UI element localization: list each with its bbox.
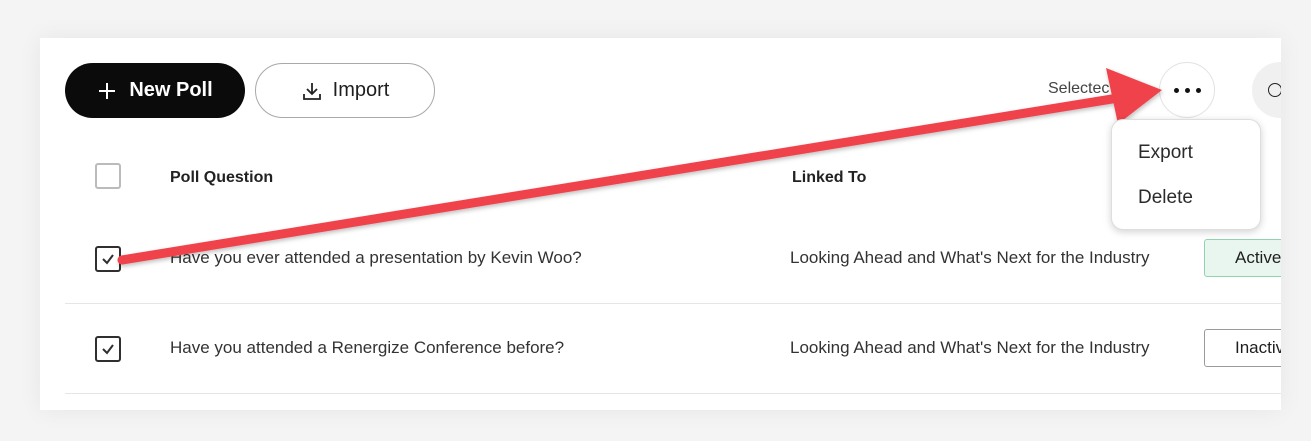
status-badge: Active — [1204, 239, 1281, 277]
checkmark-icon — [102, 344, 114, 355]
checkmark-icon — [102, 254, 114, 265]
poll-question-cell: Have you attended a Renergize Conference… — [170, 338, 565, 357]
delete-menu-item[interactable]: Delete — [1138, 187, 1193, 209]
linked-to-cell: Looking Ahead and What's Next for the In… — [790, 248, 1150, 267]
download-icon — [302, 82, 321, 100]
status-badge: Inactive — [1204, 329, 1281, 367]
select-all-checkbox[interactable] — [95, 163, 121, 189]
export-menu-item[interactable]: Export — [1138, 142, 1193, 164]
column-header-poll-question: Poll Question — [170, 169, 274, 186]
poll-question-cell: Have you ever attended a presentation by… — [170, 248, 582, 267]
import-label: Import — [332, 79, 390, 101]
search-button[interactable] — [1252, 62, 1281, 118]
polls-panel: New Poll Import Selectec Poll Question L… — [40, 38, 1281, 410]
linked-to-cell: Looking Ahead and What's Next for the In… — [790, 338, 1150, 357]
row-checkbox[interactable] — [95, 336, 121, 362]
import-button[interactable]: Import — [255, 63, 435, 118]
column-header-linked-to: Linked To — [792, 169, 867, 186]
more-horizontal-icon — [1173, 87, 1201, 93]
row-checkbox[interactable] — [95, 246, 121, 272]
row-divider — [65, 393, 1281, 394]
selected-count-text: Selectec — [1048, 80, 1110, 97]
search-icon — [1268, 83, 1281, 97]
new-poll-button[interactable]: New Poll — [65, 63, 245, 118]
new-poll-label: New Poll — [129, 79, 213, 101]
row-divider — [65, 303, 1281, 304]
plus-icon — [99, 82, 116, 99]
more-actions-menu: Export Delete — [1111, 119, 1261, 230]
more-actions-button[interactable] — [1159, 62, 1215, 118]
